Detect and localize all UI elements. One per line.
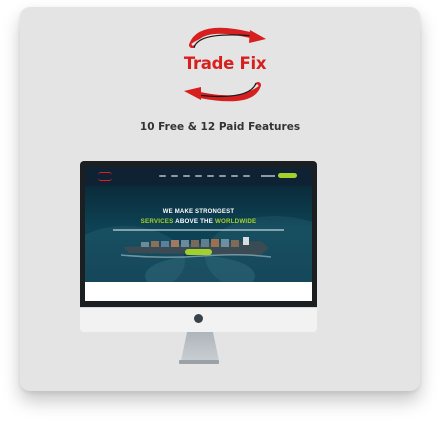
ship-graphic — [121, 237, 271, 259]
monitor-camera-dot — [194, 314, 203, 323]
logo-wordmark: Trade Fix — [183, 54, 267, 73]
preview-cta-button — [278, 173, 297, 178]
preview-header — [85, 167, 312, 186]
trade-fix-logo: Trade Fix — [170, 21, 280, 111]
preview-hero: WE MAKE STRONGEST SERVICES ABOVE THE WOR… — [85, 186, 312, 282]
headline-word-services: SERVICES — [140, 218, 174, 225]
preview-nav — [159, 175, 250, 177]
monitor-stand — [179, 332, 219, 364]
features-caption: 10 Free & 12 Paid Features — [139, 121, 301, 133]
preview-headline-2: SERVICES ABOVE THE WORLDWIDE — [85, 218, 312, 225]
preview-headline-1: WE MAKE STRONGEST — [162, 209, 235, 215]
preview-hero-button — [185, 249, 212, 255]
headline-word-worldwide: WORLDWIDE — [214, 218, 257, 225]
headline-words-above-the: ABOVE THE — [175, 218, 214, 225]
website-preview-screen: WE MAKE STRONGEST SERVICES ABOVE THE WOR… — [85, 167, 312, 301]
preview-logo — [97, 172, 113, 181]
preview-phone — [261, 175, 275, 177]
monitor-frame: WE MAKE STRONGEST SERVICES ABOVE THE WOR… — [80, 161, 317, 307]
preview-subtext — [113, 229, 284, 231]
monitor-chin — [80, 307, 317, 332]
